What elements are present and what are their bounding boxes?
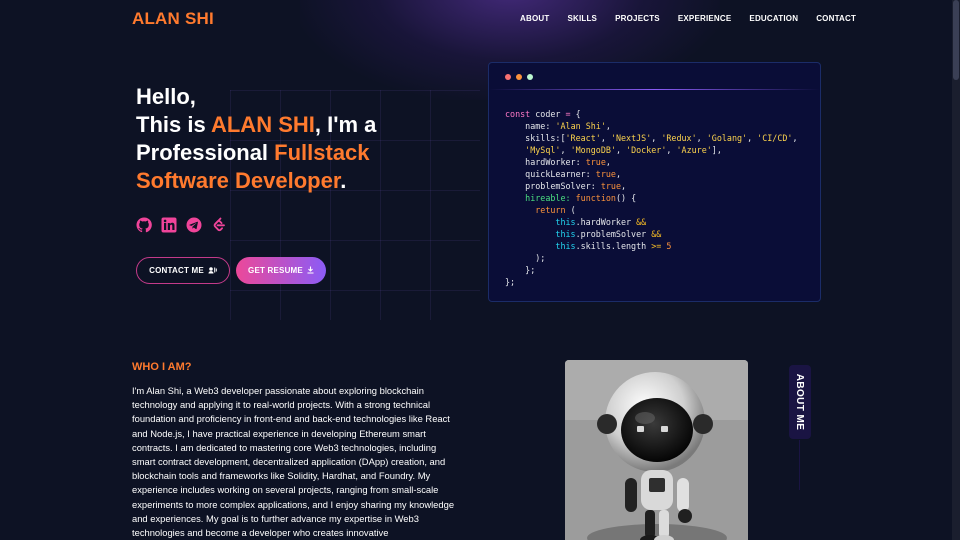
hero-line-4: Software Developer. <box>136 167 376 195</box>
contact-me-button[interactable]: CONTACT ME <box>136 257 230 284</box>
nav-link-experience[interactable]: EXPERIENCE <box>678 14 732 23</box>
hero-role-1: Fullstack <box>274 140 370 165</box>
telegram-icon[interactable] <box>186 217 202 233</box>
hero-name: ALAN SHI <box>210 112 315 137</box>
about-paragraph: I'm Alan Shi, a Web3 developer passionat… <box>132 385 455 539</box>
about-me-side-tab[interactable]: ABOUT ME <box>789 365 811 439</box>
dot-orange <box>516 74 522 80</box>
about-tab-line <box>799 440 800 490</box>
dot-green <box>527 74 533 80</box>
get-resume-button[interactable]: GET RESUME <box>236 257 326 284</box>
nav-link-about[interactable]: ABOUT <box>520 14 549 23</box>
download-icon <box>307 266 314 276</box>
get-resume-label: GET RESUME <box>248 266 303 275</box>
code-snippet-card: const coder = { name: 'Alan Shi', skills… <box>488 62 821 302</box>
scrollbar-thumb[interactable] <box>953 0 959 80</box>
github-icon[interactable] <box>136 217 152 233</box>
nav-link-education[interactable]: EDUCATION <box>749 14 798 23</box>
hero-line-3: Professional Fullstack <box>136 139 376 167</box>
about-heading: WHO I AM? <box>132 361 192 373</box>
dot-red <box>505 74 511 80</box>
social-links <box>136 217 236 233</box>
linkedin-icon[interactable] <box>161 217 177 233</box>
card-divider <box>489 89 820 90</box>
hero-line-2-suffix: , I'm a <box>314 112 377 137</box>
hero-role-2: Software Developer <box>136 168 341 193</box>
nav-link-skills[interactable]: SKILLS <box>567 14 597 23</box>
nav-link-contact[interactable]: CONTACT <box>816 14 856 23</box>
code-block: const coder = { name: 'Alan Shi', skills… <box>505 109 798 287</box>
window-dots <box>505 74 538 80</box>
main-nav: ABOUT SKILLS PROJECTS EXPERIENCE EDUCATI… <box>520 14 856 23</box>
page-scrollbar[interactable] <box>952 0 960 540</box>
hero-line-1: Hello, <box>136 84 196 109</box>
leetcode-icon[interactable] <box>211 217 227 233</box>
profile-image <box>565 360 748 540</box>
hero-line-2-prefix: This is <box>136 112 211 137</box>
about-me-tab-label: ABOUT ME <box>794 373 806 431</box>
contact-card-icon <box>208 266 217 276</box>
contact-me-label: CONTACT ME <box>149 266 204 275</box>
site-logo[interactable]: ALAN SHI <box>132 9 214 29</box>
hero-heading: Hello, This is ALAN SHI, I'm a Professio… <box>136 83 376 195</box>
nav-link-projects[interactable]: PROJECTS <box>615 14 660 23</box>
hero-line-3-prefix: Professional <box>136 140 275 165</box>
hero-line-4-suffix: . <box>340 168 347 193</box>
hero-line-2: This is ALAN SHI, I'm a <box>136 111 376 139</box>
